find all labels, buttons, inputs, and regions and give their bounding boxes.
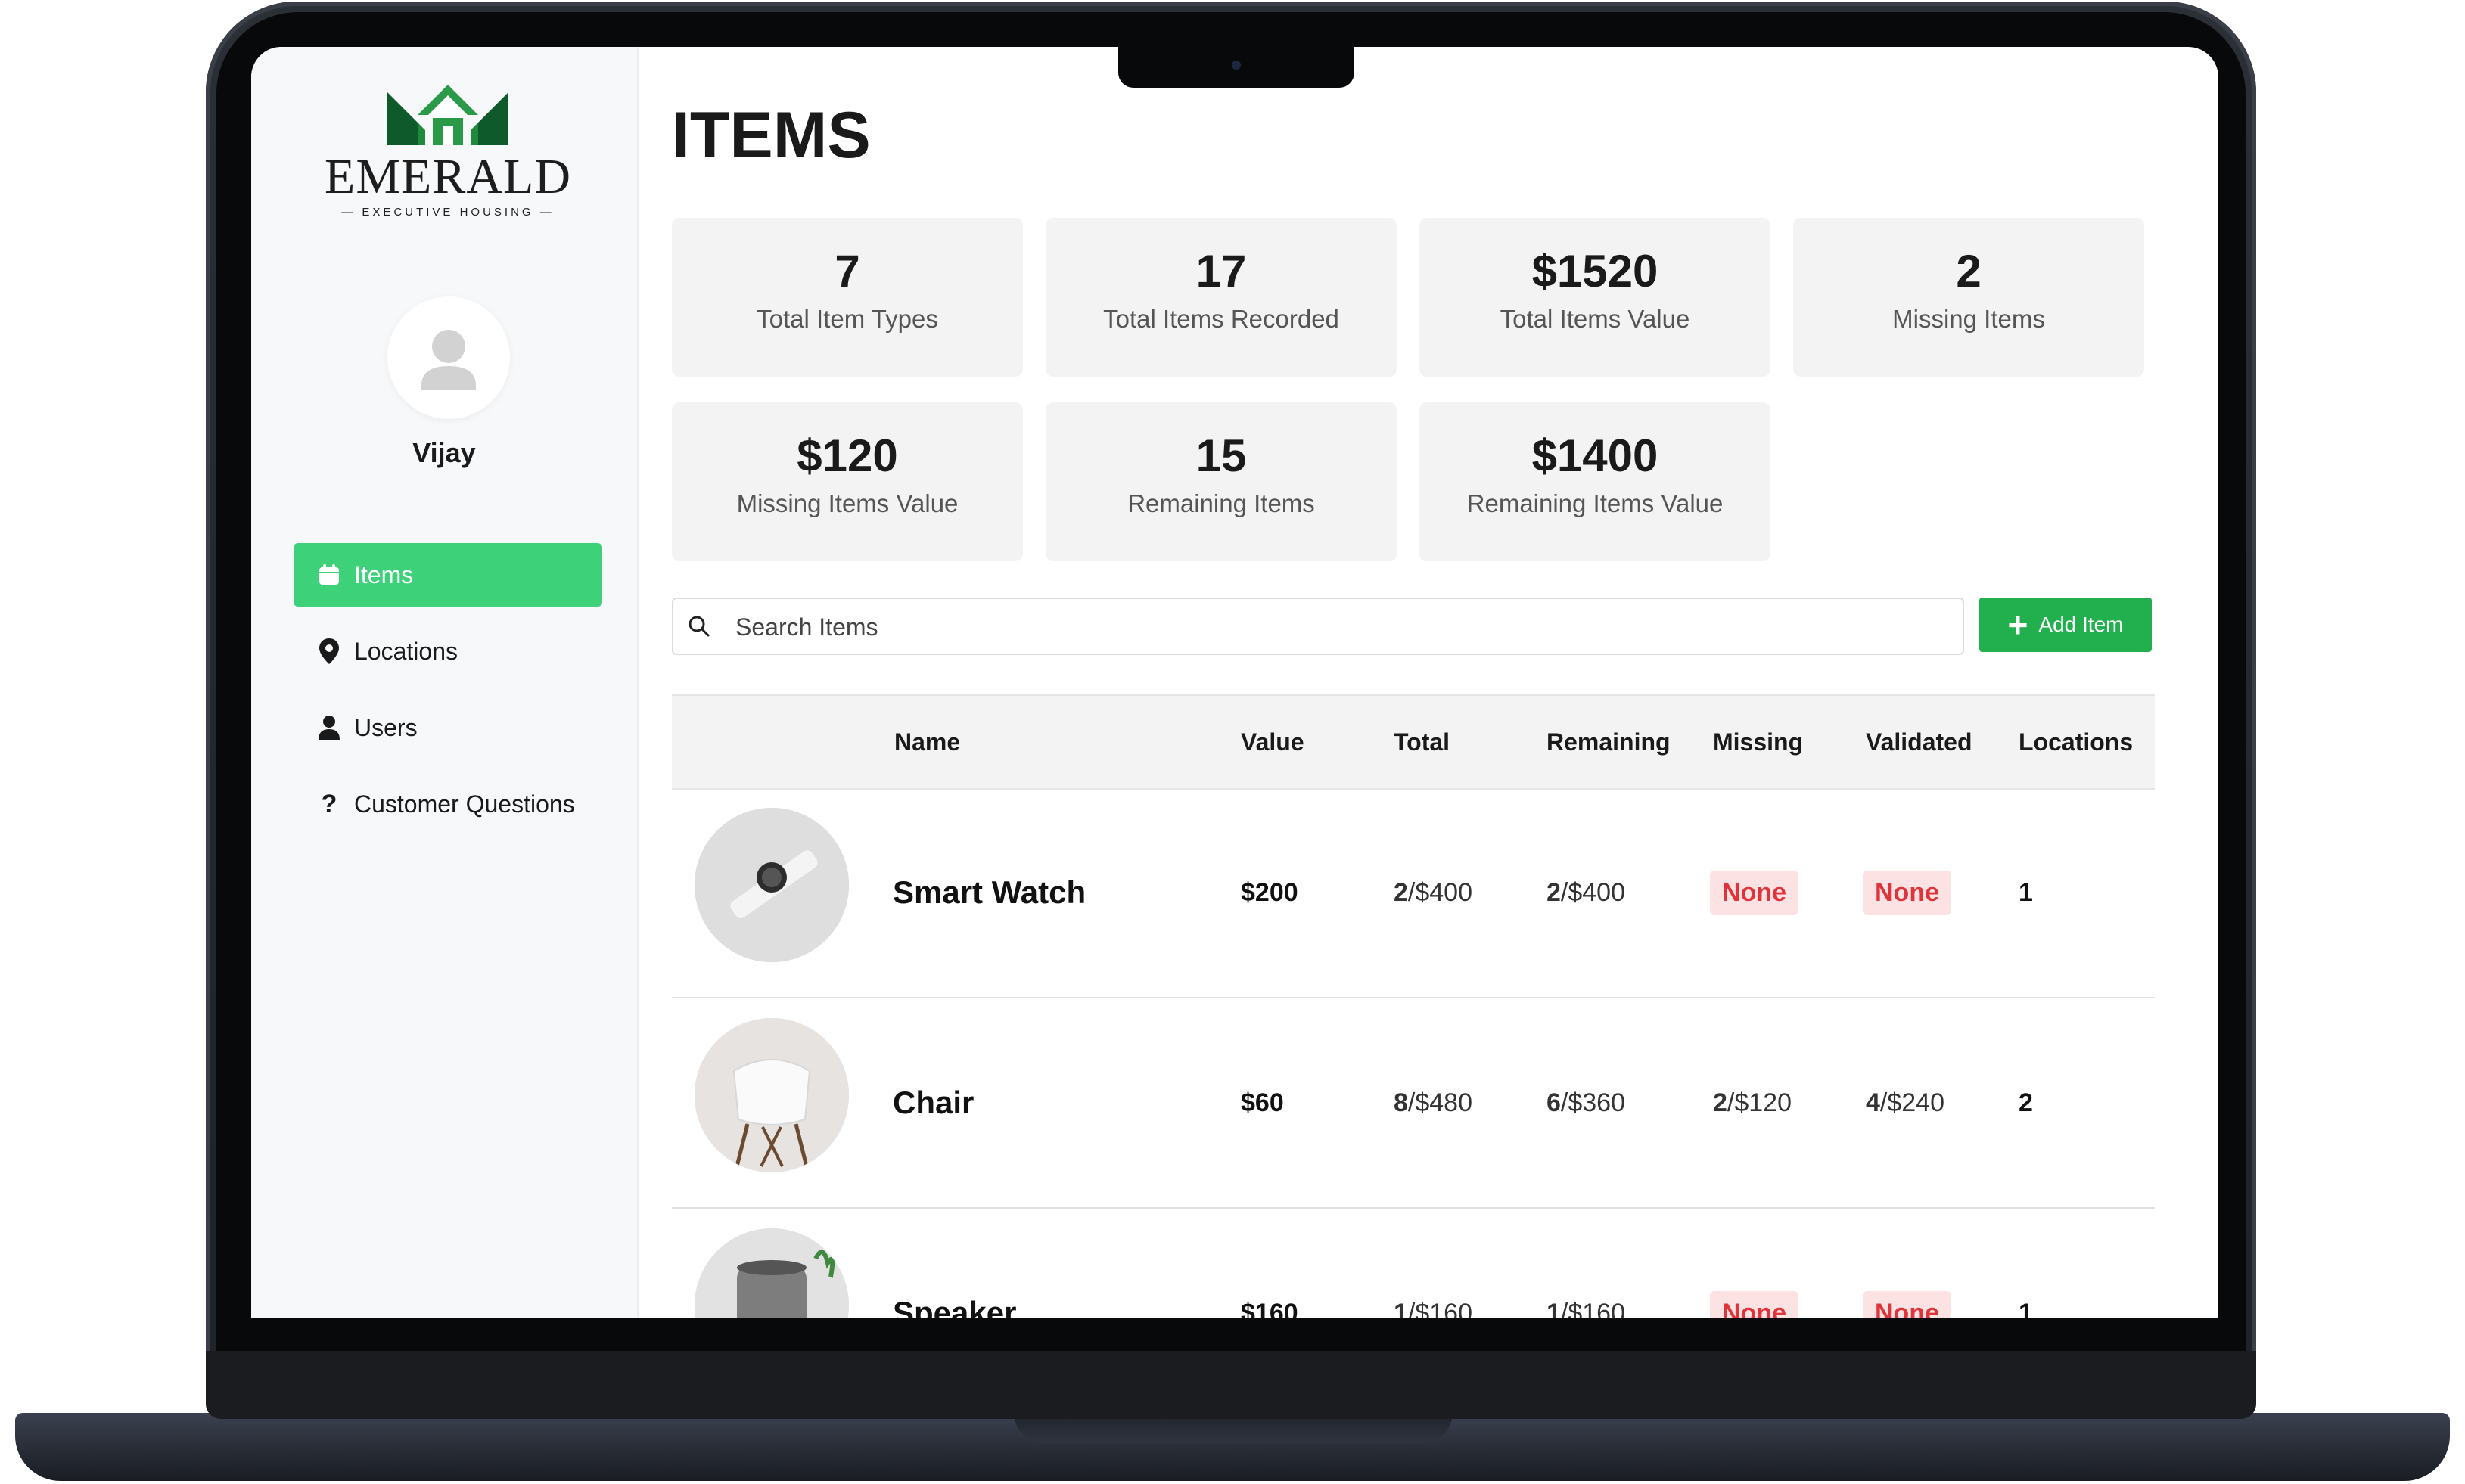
stat-value: $120 (797, 430, 898, 481)
stat-card-total-items-value: $1520 Total Items Value (1419, 218, 1770, 377)
camera-icon (1232, 61, 1241, 70)
add-item-button[interactable]: + Add Item (1979, 598, 2152, 652)
status-badge: None (1863, 870, 1951, 915)
item-total: 8/$480 (1394, 1088, 1473, 1117)
add-item-label: Add Item (2038, 613, 2124, 636)
item-thumbnail (695, 1018, 849, 1172)
sidebar-item-label: Users (354, 713, 418, 741)
smart-watch-icon (695, 808, 849, 962)
items-table: Name Value Total Remaining Missing Valid… (672, 694, 2155, 1318)
stat-value: 17 (1195, 246, 1247, 296)
item-locations: 1 (2019, 877, 2033, 907)
item-remaining: 2/$400 (1546, 877, 1626, 907)
search-icon (689, 616, 710, 637)
stat-card-remaining-items-value: $1400 Remaining Items Value (1419, 402, 1770, 561)
item-remaining: 6/$360 (1546, 1088, 1626, 1117)
sidebar-item-users[interactable]: Users (294, 696, 602, 759)
calendar-icon (316, 562, 342, 588)
sidebar: EMERALD — EXECUTIVE HOUSING — Vijay Item… (251, 47, 639, 1318)
item-missing: None (1710, 788, 1798, 997)
column-header-remaining[interactable]: Remaining (1546, 728, 1671, 756)
item-locations: 1 (2019, 1298, 2033, 1318)
stat-value: $1520 (1531, 246, 1658, 296)
column-header-total[interactable]: Total (1394, 728, 1450, 756)
column-header-missing[interactable]: Missing (1713, 728, 1803, 756)
stat-card-missing-items-value: $120 Missing Items Value (672, 402, 1023, 561)
speaker-icon (695, 1228, 849, 1318)
table-header: Name Value Total Remaining Missing Valid… (672, 694, 2155, 790)
table-row[interactable]: Smart Watch $200 2/$400 2/$400 None None… (672, 788, 2155, 998)
stat-label: Remaining Items Value (1466, 489, 1724, 517)
stat-card-missing-items: 2 Missing Items (1793, 218, 2144, 377)
camera-notch (1118, 47, 1354, 88)
status-badge: None (1710, 870, 1798, 915)
stat-card-total-item-types: 7 Total Item Types (672, 218, 1023, 377)
item-validated: 4/$240 (1866, 1088, 1945, 1117)
item-name[interactable]: Chair (893, 998, 974, 1207)
status-badge: None (1710, 1290, 1798, 1318)
status-badge: None (1863, 1290, 1951, 1318)
item-thumbnail (695, 808, 849, 962)
user-avatar-icon (421, 330, 476, 390)
column-header-name[interactable]: Name (894, 728, 960, 756)
search-input[interactable] (734, 599, 1947, 655)
item-total: 1/$160 (1394, 1298, 1473, 1318)
item-missing: 2/$120 (1713, 1088, 1792, 1117)
stat-value: 7 (835, 246, 860, 296)
chair-icon (695, 1018, 849, 1172)
user-name: Vijay (412, 437, 476, 468)
item-validated: None (1863, 1209, 1951, 1318)
item-remaining: 1/$160 (1546, 1298, 1626, 1318)
stat-value: 2 (1956, 246, 1982, 296)
stat-card-remaining-items: 15 Remaining Items (1046, 402, 1397, 561)
item-value: $200 (1241, 877, 1298, 907)
item-validated: None (1863, 788, 1951, 997)
item-value: $160 (1241, 1298, 1298, 1318)
item-thumbnail (695, 1228, 849, 1318)
plus-icon: + (2007, 605, 2028, 644)
sidebar-item-label: Customer Questions (354, 790, 575, 818)
stat-label: Missing Items (1892, 305, 2045, 333)
item-name[interactable]: Speaker (893, 1209, 1016, 1318)
stat-value: 15 (1195, 430, 1247, 481)
item-locations: 2 (2019, 1088, 2033, 1117)
sidebar-nav: Items Locations Users ? Customer Questio… (294, 543, 602, 849)
sidebar-item-items[interactable]: Items (294, 543, 602, 607)
sidebar-item-label: Items (354, 560, 414, 588)
stat-label: Total Items Value (1500, 305, 1690, 333)
column-header-value[interactable]: Value (1241, 728, 1304, 756)
sidebar-item-customer-questions[interactable]: ? Customer Questions (294, 772, 602, 836)
item-total: 2/$400 (1394, 877, 1473, 907)
user-icon (316, 715, 342, 740)
brand-logo[interactable]: EMERALD — EXECUTIVE HOUSING — (312, 77, 584, 228)
page-title: ITEMS (672, 99, 871, 172)
column-header-validated[interactable]: Validated (1866, 728, 1972, 756)
brand-tagline: — EXECUTIVE HOUSING — (341, 206, 555, 219)
stat-label: Total Item Types (757, 305, 938, 333)
table-row[interactable]: Chair $60 8/$480 6/$360 2/$120 4/$240 2 (672, 998, 2155, 1209)
stat-value: $1400 (1531, 430, 1658, 481)
avatar[interactable] (387, 296, 510, 419)
location-pin-icon (316, 638, 342, 664)
table-row[interactable]: Speaker $160 1/$160 1/$160 None None 1 (672, 1209, 2155, 1318)
column-header-locations[interactable]: Locations (2019, 728, 2133, 756)
stat-card-total-items-recorded: 17 Total Items Recorded (1046, 218, 1397, 377)
search-box (672, 598, 1964, 655)
screen: EMERALD — EXECUTIVE HOUSING — Vijay Item… (251, 47, 2218, 1318)
sidebar-item-locations[interactable]: Locations (294, 619, 602, 683)
brand-name: EMERALD (325, 149, 571, 204)
main-content: ITEMS 7 Total Item Types 17 Total Items … (672, 47, 2177, 1318)
sidebar-item-label: Locations (354, 637, 458, 665)
question-icon: ? (321, 789, 337, 818)
stat-label: Missing Items Value (736, 489, 959, 517)
stat-label: Remaining Items (1127, 489, 1315, 517)
stat-label: Total Items Recorded (1103, 305, 1339, 333)
item-name[interactable]: Smart Watch (893, 788, 1086, 997)
item-missing: None (1710, 1209, 1798, 1318)
item-value: $60 (1241, 1088, 1284, 1117)
logo-mark-icon (387, 85, 508, 145)
laptop-chin (206, 1351, 2256, 1419)
